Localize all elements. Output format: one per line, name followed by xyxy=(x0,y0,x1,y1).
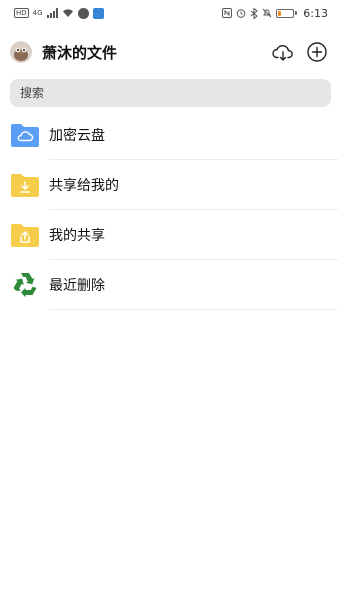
alarm-icon xyxy=(236,7,246,19)
folder-list: 加密云盘 共享给我的 我的共享 最近删除 xyxy=(0,110,338,310)
list-item-encrypted-cloud[interactable]: 加密云盘 xyxy=(0,110,338,160)
header: 萧沐的文件 xyxy=(0,36,338,68)
cloud-download-icon[interactable] xyxy=(272,41,294,63)
list-item-label: 共享给我的 xyxy=(49,178,119,194)
list-item-label: 加密云盘 xyxy=(49,128,105,144)
list-item-shared-with-me[interactable]: 共享给我的 xyxy=(0,160,338,210)
header-actions xyxy=(272,41,328,63)
page-title: 萧沐的文件 xyxy=(42,43,118,62)
bluetooth-icon xyxy=(250,7,259,19)
hd-icon: HD xyxy=(14,8,29,18)
search-bar[interactable] xyxy=(10,79,331,107)
nfc-icon xyxy=(222,7,233,19)
search-input[interactable] xyxy=(20,86,321,100)
signal-bars-icon xyxy=(46,8,58,18)
list-item-label: 我的共享 xyxy=(49,228,105,244)
status-left: HD 4G xyxy=(14,7,104,19)
download-folder-icon xyxy=(9,169,41,201)
status-right: 6:13 xyxy=(222,7,328,20)
battery-icon xyxy=(276,8,298,18)
cloud-folder-icon xyxy=(9,119,41,151)
status-bar: HD 4G 6:13 xyxy=(0,0,338,26)
avatar[interactable] xyxy=(10,41,32,63)
list-item-my-shares[interactable]: 我的共享 xyxy=(0,210,338,260)
recycle-icon xyxy=(9,269,41,301)
signal-4g-icon: 4G xyxy=(32,9,43,17)
list-item-recently-deleted[interactable]: 最近删除 xyxy=(0,260,338,310)
add-icon[interactable] xyxy=(306,41,328,63)
wifi-icon xyxy=(62,7,74,19)
status-time: 6:13 xyxy=(303,6,328,20)
divider xyxy=(49,309,338,310)
app-notification-icon xyxy=(92,7,104,19)
list-item-label: 最近删除 xyxy=(49,278,105,294)
share-folder-icon xyxy=(9,219,41,251)
mute-icon xyxy=(262,7,272,19)
app-notification-icon xyxy=(77,7,89,19)
